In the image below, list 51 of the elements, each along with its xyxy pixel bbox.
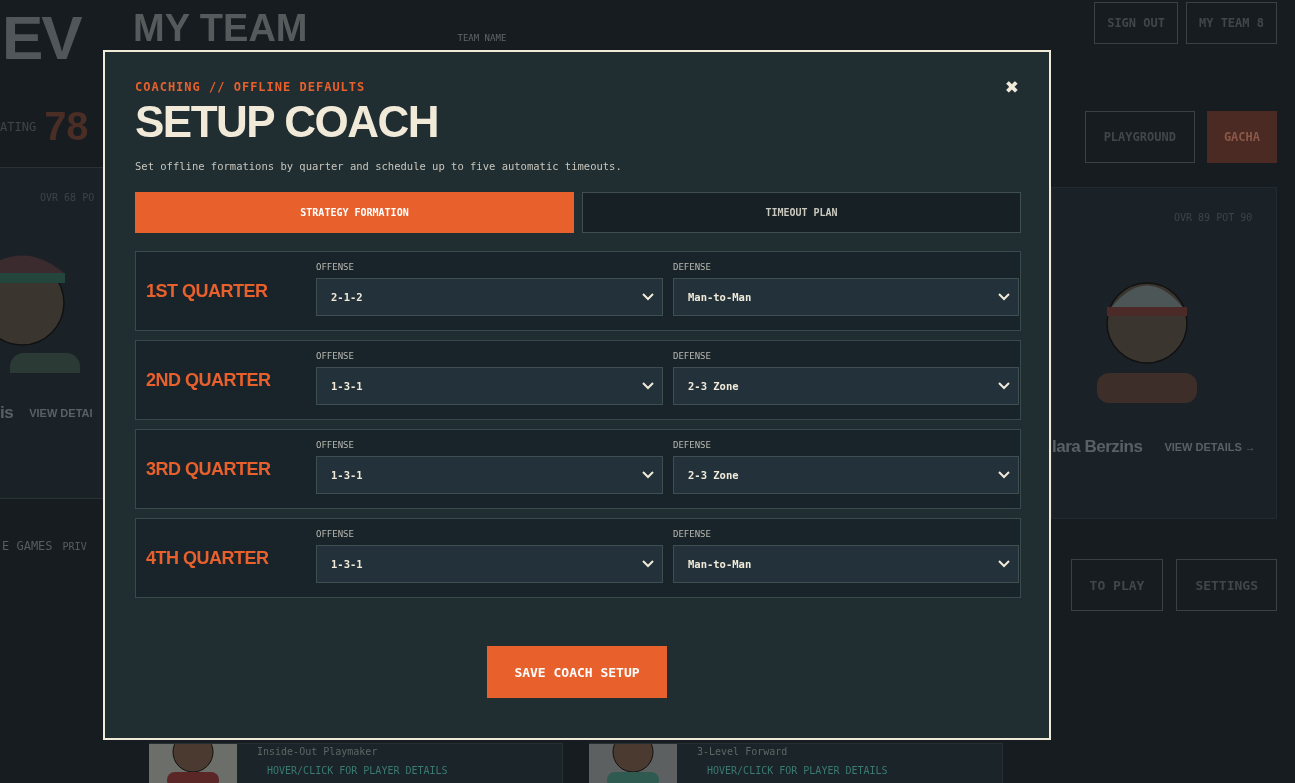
player-role: Inside-Out Playmaker <box>257 746 379 757</box>
field-label: DEFENSE <box>673 440 712 450</box>
logo: EV <box>2 2 83 74</box>
private-link[interactable]: PRIV <box>62 541 87 552</box>
field-label: OFFENSE <box>316 529 355 539</box>
chevron-icon <box>642 560 654 568</box>
chevron-icon <box>998 560 1010 568</box>
chevron-icon <box>998 471 1010 479</box>
games-link[interactable]: E GAMES <box>2 539 53 553</box>
page-title: MY TEAM <box>133 6 308 50</box>
defense-select[interactable]: Man-to-Man <box>673 545 1019 583</box>
save-button[interactable]: SAVE COACH SETUP <box>487 646 667 698</box>
dialog-eyebrow: COACHING // OFFLINE DEFAULTS <box>135 80 367 94</box>
close-button[interactable]: ✖ <box>1004 76 1019 98</box>
chevron-icon <box>642 471 654 479</box>
offense-select[interactable]: 1-3-1 <box>316 545 663 583</box>
defense-select[interactable]: Man-to-Man <box>673 278 1019 316</box>
chevron-icon <box>998 382 1010 390</box>
field-label: OFFENSE <box>316 440 355 450</box>
chevron-icon <box>642 293 654 301</box>
player-card[interactable]: Inside-Out Playmaker HOVER/CLICK FOR PLAYER DETAILS <box>149 743 563 783</box>
quarter-label: 3RD QUARTER <box>145 458 272 480</box>
offense-select[interactable]: 1-3-1 <box>316 456 663 494</box>
player-card[interactable]: 3-Level Forward HOVER/CLICK FOR PLAYER DETAILS <box>589 743 1003 783</box>
player-hint: HOVER/CLICK FOR PLAYER DETAILS <box>266 765 448 776</box>
chevron-icon <box>642 382 654 390</box>
offense-select[interactable]: 1-3-1 <box>316 367 663 405</box>
player-hint: HOVER/CLICK FOR PLAYER DETAILS <box>706 765 888 776</box>
dialog-subtitle: Set offline formations by quarter and schedule up to five automatic timeouts. <box>135 160 623 172</box>
dialog-title: SETUP COACH <box>135 96 438 148</box>
player-name: is <box>0 403 14 423</box>
quarter-label: 4TH QUARTER <box>145 547 270 569</box>
quarter-label: 2ND QUARTER <box>145 369 272 391</box>
quarter-label: 1ST QUARTER <box>145 280 269 302</box>
field-label: DEFENSE <box>673 529 712 539</box>
player-role: 3-Level Forward <box>697 746 789 757</box>
field-label: OFFENSE <box>316 262 355 272</box>
view-details-link[interactable]: VIEW DETAILS → <box>1164 441 1256 453</box>
defense-select[interactable]: 2-3 Zone <box>673 367 1019 405</box>
chevron-icon <box>998 293 1010 301</box>
field-label: DEFENSE <box>673 351 712 361</box>
player-name: lara Berzins <box>1052 437 1143 457</box>
tab[interactable]: STRATEGY FORMATION <box>135 192 574 233</box>
team-name-label: TEAM NAME <box>457 33 507 45</box>
offense-select[interactable]: 2-1-2 <box>316 278 663 316</box>
defense-select[interactable]: 2-3 Zone <box>673 456 1019 494</box>
field-label: OFFENSE <box>316 351 355 361</box>
nav-button[interactable]: GACHA <box>1206 111 1277 163</box>
field-label: DEFENSE <box>673 262 712 272</box>
view-details-link[interactable]: VIEW DETAI <box>29 407 93 419</box>
tab[interactable]: TIMEOUT PLAN <box>582 192 1021 233</box>
